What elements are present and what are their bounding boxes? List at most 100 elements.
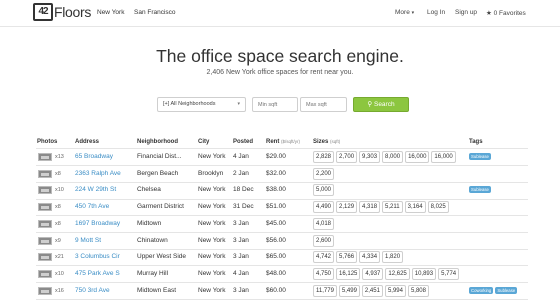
city-cell: New York bbox=[198, 153, 226, 160]
col-header-sizes: Sizes (sqft) bbox=[313, 139, 340, 145]
photo-thumbnail[interactable] bbox=[38, 253, 52, 262]
size-chip[interactable]: 11,779 bbox=[313, 284, 337, 297]
neighborhood-select[interactable]: [+] All Neighborhoods ▾ bbox=[157, 97, 246, 112]
photo-thumbnail[interactable] bbox=[38, 203, 52, 212]
table-row[interactable]: x21 3 Columbus Cir Upper West Side New York… bbox=[0, 249, 560, 266]
address-link[interactable]: 224 W 29th St bbox=[75, 186, 116, 193]
rent-cell: $29.00 bbox=[266, 153, 286, 160]
photo-count: x8 bbox=[55, 170, 61, 177]
rent-cell: $51.00 bbox=[266, 203, 286, 211]
size-chip[interactable]: 16,125 bbox=[336, 267, 361, 280]
size-chip[interactable]: 4,490 bbox=[313, 201, 335, 214]
table-row[interactable]: x9 9 Mott St Chinatown New York 3 Jan $56.00 2… bbox=[0, 233, 560, 250]
max-sqft-input[interactable] bbox=[300, 97, 347, 112]
sizes-cell: 11,779 5,499 2,451 5,994 5,808 bbox=[313, 284, 431, 297]
address-link[interactable]: 1697 Broadway bbox=[75, 220, 120, 227]
address-link[interactable]: 750 3rd Ave bbox=[75, 287, 110, 294]
address-link[interactable]: 2363 Ralph Ave bbox=[75, 170, 121, 177]
city-link-new-york[interactable]: New York bbox=[97, 9, 124, 16]
size-chip[interactable]: 5,774 bbox=[438, 267, 460, 280]
neighborhood-cell: Chelsea bbox=[137, 186, 161, 194]
photo-count: x13 bbox=[55, 154, 64, 160]
table-row[interactable]: x13 65 Broadway Financial Dist... New York 4… bbox=[0, 149, 560, 166]
sizes-header-unit: (sqft) bbox=[330, 139, 341, 144]
city-cell: New York bbox=[198, 236, 226, 244]
tag-badge[interactable]: Coworking bbox=[469, 286, 494, 294]
photo-thumbnail[interactable] bbox=[38, 286, 52, 295]
size-chip[interactable]: 4,318 bbox=[359, 201, 381, 214]
size-chip[interactable]: 5,766 bbox=[336, 251, 358, 264]
size-chip[interactable]: 16,000 bbox=[405, 151, 430, 163]
neighborhood-cell: Midtown bbox=[137, 219, 162, 227]
neighborhood-cell: Murray Hill bbox=[137, 269, 169, 277]
photo-count: x8 bbox=[55, 204, 61, 211]
size-chip[interactable]: 5,000 bbox=[313, 184, 335, 197]
address-link[interactable]: 475 Park Ave S bbox=[75, 270, 120, 277]
table-row[interactable]: x8 450 7th Ave Garment District New York 31 … bbox=[0, 199, 560, 216]
min-sqft-input[interactable] bbox=[252, 97, 298, 112]
favorites-label: 0 Favorites bbox=[493, 10, 526, 17]
size-chip[interactable]: 2,451 bbox=[361, 284, 383, 297]
tag-badge[interactable]: Sublease bbox=[469, 153, 491, 160]
more-label: More bbox=[395, 9, 410, 16]
tag-badge[interactable]: Sublease bbox=[495, 286, 518, 294]
table-row[interactable]: x16 750 3rd Ave Midtown East New York 3 Jan $… bbox=[0, 283, 560, 300]
posted-cell: 3 Jan bbox=[233, 286, 249, 294]
neighborhood-cell: Upper West Side bbox=[137, 253, 187, 261]
size-chip[interactable]: 5,808 bbox=[407, 284, 429, 297]
rent-cell: $56.00 bbox=[266, 236, 286, 244]
size-chip[interactable]: 3,164 bbox=[404, 201, 426, 214]
photo-count: x10 bbox=[55, 187, 64, 194]
address-link[interactable]: 3 Columbus Cir bbox=[75, 253, 120, 260]
size-chip[interactable]: 4,750 bbox=[313, 267, 335, 280]
size-chip[interactable]: 8,025 bbox=[427, 201, 449, 214]
col-header-city: City bbox=[198, 139, 210, 145]
size-chip[interactable]: 2,129 bbox=[336, 201, 358, 214]
col-header-photos: Photos bbox=[37, 139, 58, 145]
size-chip[interactable]: 5,499 bbox=[338, 284, 360, 297]
size-chip[interactable]: 1,820 bbox=[382, 251, 404, 264]
signup-link[interactable]: Sign up bbox=[455, 9, 477, 16]
size-chip[interactable]: 4,334 bbox=[359, 251, 381, 264]
size-chip[interactable]: 2,600 bbox=[313, 234, 335, 247]
size-chip[interactable]: 2,200 bbox=[313, 167, 335, 180]
sizes-cell: 4,750 16,125 4,937 12,625 10,893 5,774 bbox=[313, 267, 461, 280]
size-chip[interactable]: 4,742 bbox=[313, 251, 335, 264]
photo-thumbnail[interactable] bbox=[38, 169, 52, 178]
rent-cell: $60.00 bbox=[266, 286, 286, 294]
table-row[interactable]: x10 224 W 29th St Chelsea New York 18 Dec $38… bbox=[0, 182, 560, 199]
tag-badge[interactable]: Sublease bbox=[469, 186, 491, 194]
size-chip[interactable]: 8,000 bbox=[382, 151, 404, 163]
photo-thumbnail[interactable] bbox=[38, 236, 52, 245]
photo-thumbnail[interactable] bbox=[38, 269, 52, 278]
address-link[interactable]: 450 7th Ave bbox=[75, 203, 109, 210]
size-chip[interactable]: 2,828 bbox=[313, 151, 335, 163]
size-chip[interactable]: 4,937 bbox=[362, 267, 384, 280]
posted-cell: 4 Jan bbox=[233, 153, 249, 160]
size-chip[interactable]: 12,625 bbox=[385, 267, 410, 280]
size-chip[interactable]: 4,018 bbox=[313, 217, 335, 230]
size-chip[interactable]: 9,303 bbox=[359, 151, 381, 163]
address-link[interactable]: 9 Mott St bbox=[75, 237, 101, 244]
photo-thumbnail[interactable] bbox=[38, 186, 52, 195]
search-icon: ⚲ bbox=[367, 101, 373, 108]
size-chip[interactable]: 5,211 bbox=[382, 201, 403, 214]
table-row[interactable]: x8 1697 Broadway Midtown New York 3 Jan $45.0… bbox=[0, 216, 560, 233]
table-row[interactable]: x10 475 Park Ave S Murray Hill New York 4 Ja… bbox=[0, 266, 560, 283]
address-link[interactable]: 65 Broadway bbox=[75, 153, 113, 160]
logo[interactable]: 42 Floors bbox=[33, 3, 91, 21]
size-chip[interactable]: 5,994 bbox=[384, 284, 406, 297]
city-link-san-francisco[interactable]: San Francisco bbox=[134, 9, 176, 16]
more-menu[interactable]: More ▾ bbox=[395, 9, 414, 16]
photo-thumbnail[interactable] bbox=[38, 153, 52, 161]
favorites-link[interactable]: ★ 0 Favorites bbox=[486, 9, 526, 17]
search-button[interactable]: ⚲ Search bbox=[353, 97, 409, 112]
rent-cell: $45.00 bbox=[266, 219, 286, 227]
posted-cell: 3 Jan bbox=[233, 236, 249, 244]
table-row[interactable]: x8 2363 Ralph Ave Bergen Beach Brooklyn 2 Ja… bbox=[0, 166, 560, 183]
photo-thumbnail[interactable] bbox=[38, 219, 52, 228]
size-chip[interactable]: 2,700 bbox=[336, 151, 358, 163]
size-chip[interactable]: 10,893 bbox=[411, 267, 437, 280]
login-link[interactable]: Log In bbox=[427, 9, 445, 16]
size-chip[interactable]: 16,000 bbox=[431, 151, 456, 163]
